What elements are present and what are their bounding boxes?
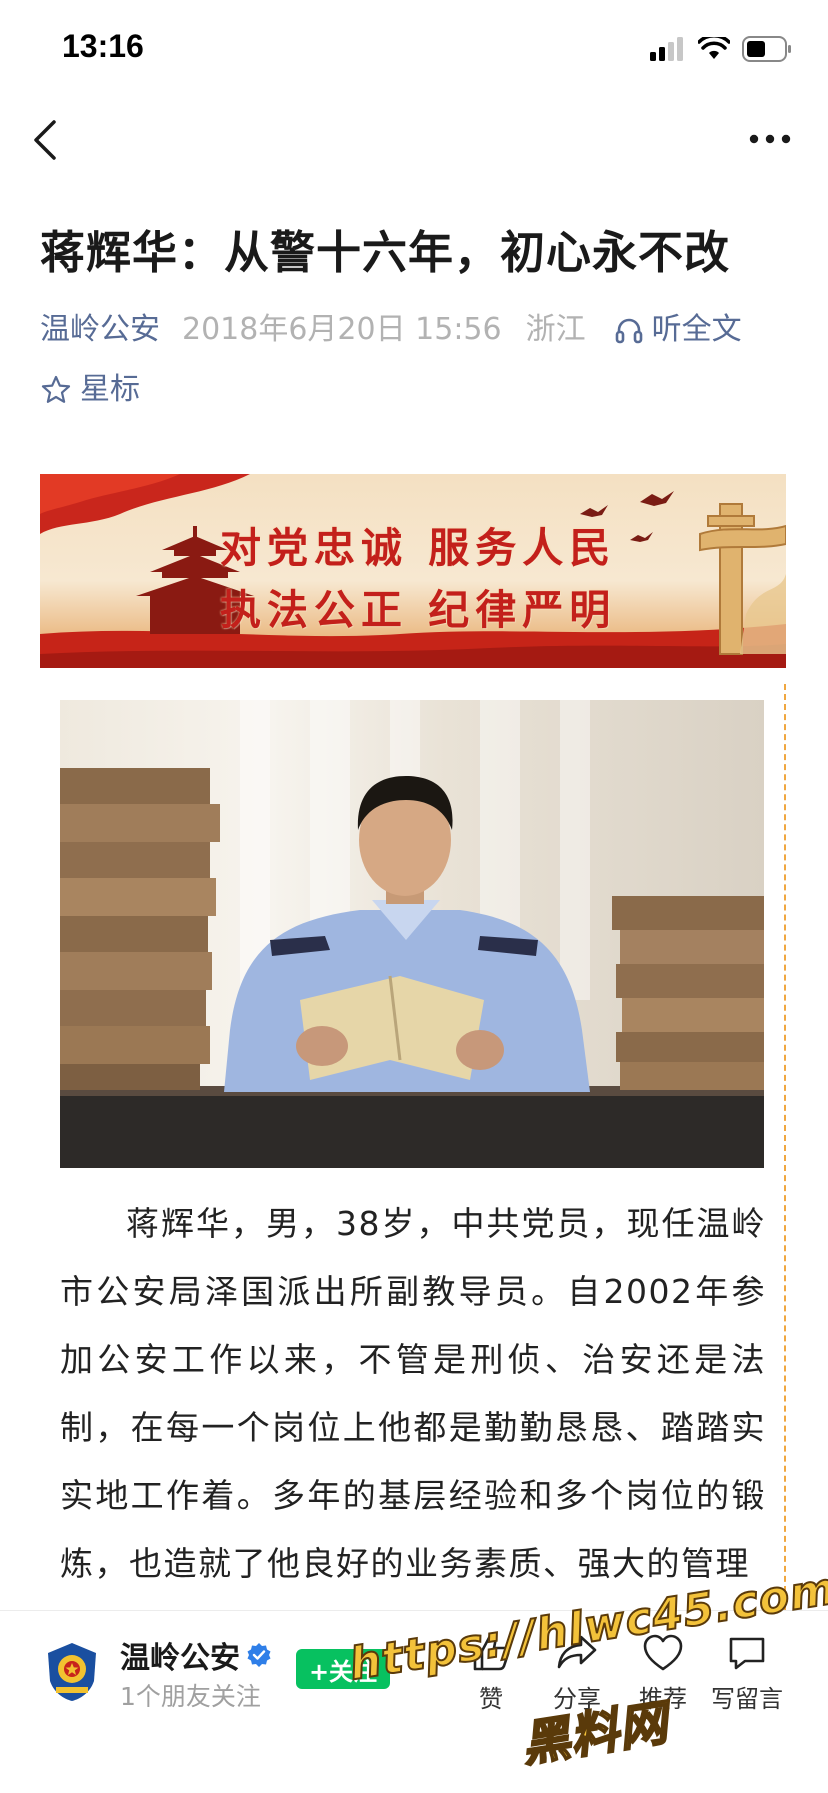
nav-bar [0, 100, 828, 200]
decorative-dashed-line [784, 684, 786, 1612]
battery-icon [742, 36, 791, 62]
wifi-icon [698, 37, 730, 59]
comment-icon [729, 1637, 765, 1670]
article-photo[interactable] [60, 700, 764, 1168]
account-avatar[interactable] [44, 1641, 100, 1703]
verified-badge-icon [247, 1643, 271, 1667]
banner-slogan-line-1: 对党忠诚 服务人民 [220, 524, 617, 572]
recommend-button[interactable]: 推荐 [620, 1631, 706, 1714]
headphones-icon [615, 318, 642, 344]
more-dots-icon [749, 134, 791, 144]
slogan-banner: 对党忠诚 服务人民 执法公正 纪律严明 [40, 474, 786, 668]
share-icon [557, 1635, 597, 1669]
comment-label: 写留言 [711, 1685, 783, 1713]
account-name-label: 温岭公安 [120, 1641, 240, 1676]
listen-button[interactable]: 听全文 [614, 308, 742, 352]
status-icons [650, 36, 792, 62]
article-title: 蒋辉华：从警十六年，初心永不改 [40, 226, 731, 279]
friends-following: 1个朋友关注 [120, 1682, 261, 1711]
back-button[interactable] [30, 118, 82, 178]
banner-slogan-line-2: 执法公正 纪律严明 [220, 586, 617, 634]
share-button[interactable]: 分享 [534, 1631, 620, 1714]
follow-button[interactable]: +关注 [296, 1649, 390, 1689]
share-label: 分享 [553, 1685, 601, 1713]
author-link[interactable]: 温岭公安 [40, 308, 160, 352]
like-button[interactable]: 赞 [448, 1631, 534, 1714]
publish-region: 浙江 [525, 312, 586, 347]
star-button[interactable]: 星标 [40, 368, 140, 412]
chevron-left-icon [34, 120, 56, 160]
officer-photo [60, 700, 764, 1168]
bottom-bar: 温岭公安 1个朋友关注 +关注 赞 分享 推荐 写留言 [0, 1610, 828, 1793]
listen-label: 听全文 [651, 312, 742, 347]
article-body: 蒋辉华，男，38岁，中共党员，现任温岭市公安局泽国派出所副教导员。自2002年参… [60, 1204, 766, 1583]
comment-button[interactable]: 写留言 [704, 1631, 790, 1714]
account-name[interactable]: 温岭公安 [120, 1633, 272, 1677]
status-time: 13:16 [62, 28, 144, 64]
recommend-label: 推荐 [639, 1685, 687, 1713]
more-button[interactable] [748, 130, 796, 166]
status-bar: 13:16 [0, 0, 828, 100]
star-label: 星标 [80, 372, 140, 407]
star-icon [41, 375, 71, 403]
thumbs-up-icon [473, 1634, 510, 1671]
recommend-icon [643, 1634, 683, 1671]
publish-date: 2018年6月20日 15:56 [182, 312, 502, 347]
cellular-signal-icon [650, 37, 683, 61]
article-meta: 温岭公安 2018年6月20日 15:56 浙江 听全文 [40, 308, 810, 352]
like-label: 赞 [479, 1685, 503, 1713]
police-badge-icon [48, 1643, 96, 1701]
